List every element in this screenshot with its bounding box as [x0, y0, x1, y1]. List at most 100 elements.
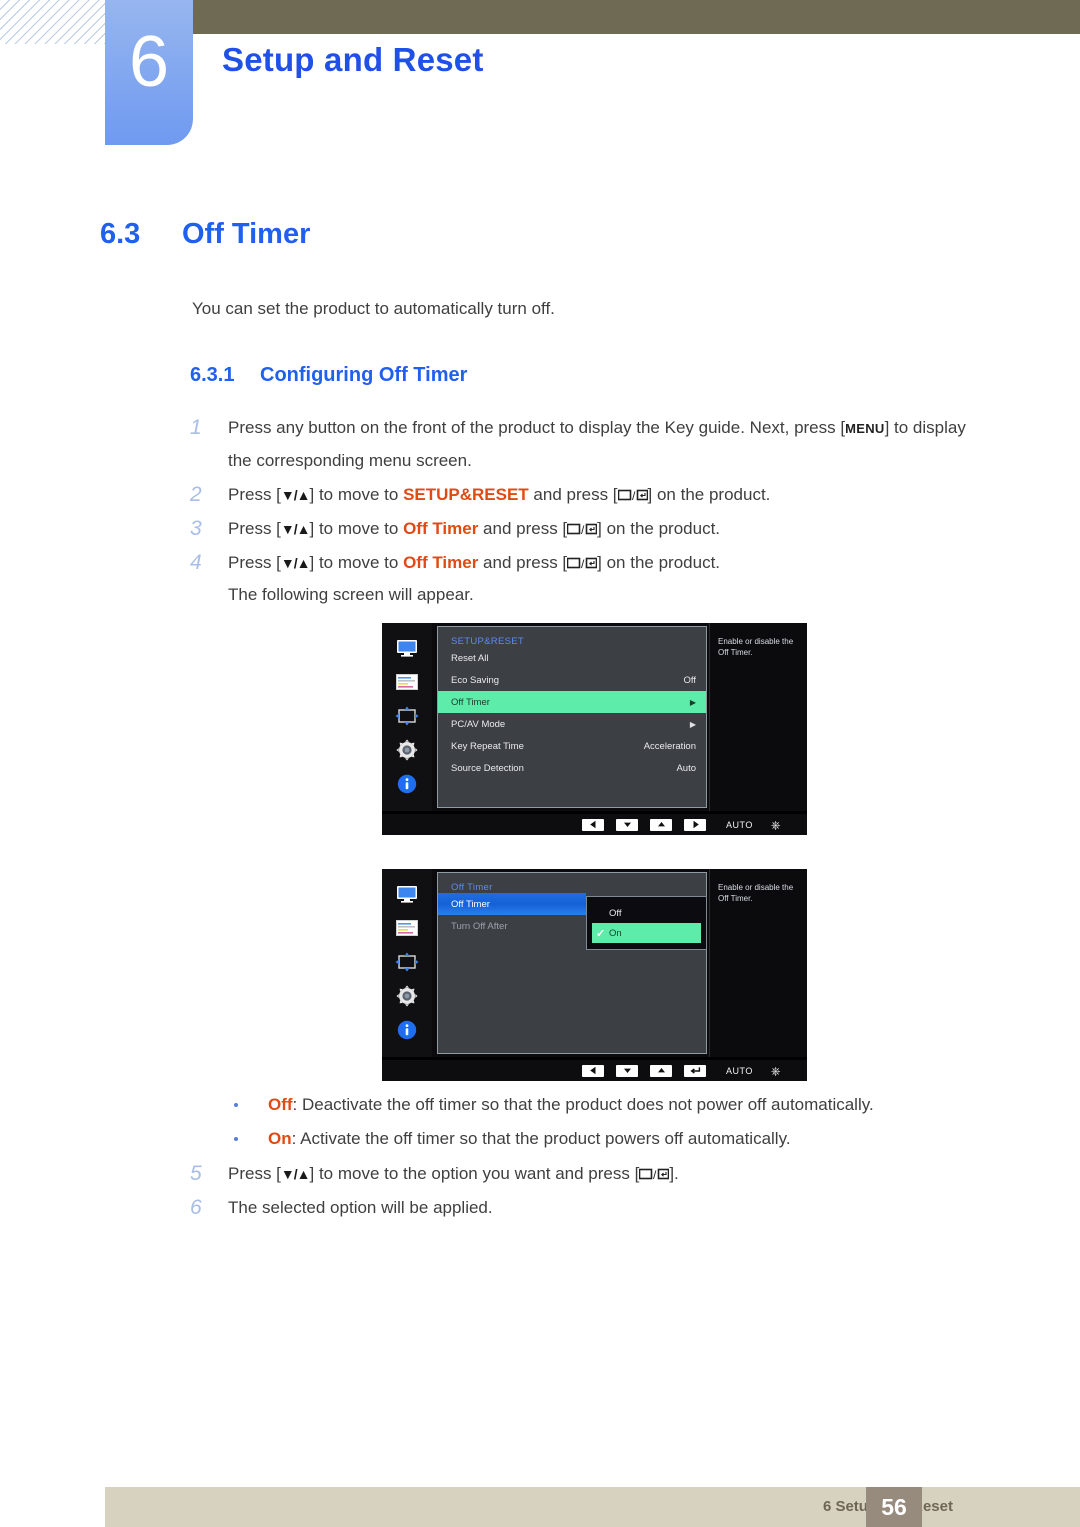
- osd-screenshot-setup-reset: SETUP&RESET Reset All Eco Saving Off Off…: [382, 623, 807, 835]
- gear-icon[interactable]: [392, 983, 422, 1009]
- step-text-line2: the corresponding menu screen.: [228, 451, 472, 470]
- section-title: 6.3 Off Timer: [100, 216, 310, 252]
- color-bars-icon[interactable]: [392, 669, 422, 695]
- bullet-item-on: On: Activate the off timer so that the p…: [232, 1122, 1022, 1156]
- step-item: 2 Press [▼/▲] to move to SETUP&RESET and…: [190, 479, 1020, 511]
- osd-menu-title: Off Timer: [451, 882, 493, 893]
- subsection-number: 6.3.1: [190, 364, 235, 386]
- step-item: 4 Press [▼/▲] to move to Off Timer and p…: [190, 547, 1020, 611]
- updown-arrow-icon: ▼/▲: [280, 1166, 311, 1182]
- monitor-icon[interactable]: [392, 635, 422, 661]
- power-icon[interactable]: ⎈: [771, 819, 781, 831]
- header-bar: [193, 0, 1080, 34]
- svg-text:/: /: [653, 1168, 657, 1181]
- step-text-tail: ] on the product.: [597, 553, 721, 572]
- osd-help-text: Enable or disable the Off Timer.: [709, 623, 807, 811]
- step-target-term: SETUP&RESET: [403, 485, 529, 504]
- osd-menu-item-value: Acceleration: [643, 740, 696, 752]
- info-icon[interactable]: [392, 1017, 422, 1043]
- osd-bottom-bar: AUTO ⎈: [382, 814, 807, 835]
- gear-icon[interactable]: [392, 737, 422, 763]
- osd-menu-item-reset-all[interactable]: Reset All: [438, 647, 706, 669]
- step-text-mid: ] to move to: [309, 519, 404, 538]
- step-text-pre: Press [: [228, 553, 281, 572]
- bullet-term: Off: [268, 1095, 293, 1114]
- osd-dropdown-option-off[interactable]: Off: [587, 903, 706, 923]
- chevron-right-icon: ▶: [689, 697, 696, 707]
- step-text-mid: ] to move to: [309, 485, 404, 504]
- osd-right-button[interactable]: [684, 818, 706, 831]
- step-index: 6: [190, 1196, 202, 1219]
- osd-sidebar: [382, 869, 432, 1057]
- chapter-number: 6: [128, 22, 170, 102]
- osd-auto-label[interactable]: AUTO: [726, 820, 753, 830]
- source-key-icon: /: [567, 523, 598, 536]
- osd-auto-label[interactable]: AUTO: [726, 1066, 753, 1076]
- step-item: 3 Press [▼/▲] to move to Off Timer and p…: [190, 513, 1020, 545]
- step-text-line2: The following screen will appear.: [228, 585, 474, 604]
- osd-menu-item-off-timer[interactable]: Off Timer: [438, 893, 586, 915]
- osd-up-button[interactable]: [650, 818, 672, 831]
- osd-body: Off Timer Off Timer Turn Off After Off ✓…: [382, 869, 807, 1057]
- step-text-tail: ] on the product.: [647, 485, 771, 504]
- page-header: 6 Setup and Reset: [0, 0, 1080, 150]
- updown-arrow-icon: ▼/▲: [280, 487, 311, 503]
- osd-menu-item-off-timer[interactable]: Off Timer ▶: [438, 691, 706, 713]
- osd-bottom-bar: AUTO ⎈: [382, 1060, 807, 1081]
- menu-key-label: MENU: [845, 421, 885, 436]
- step-text-pre: Press [: [228, 519, 281, 538]
- osd-down-button[interactable]: [616, 1064, 638, 1077]
- osd-menu-item-label: Eco Saving: [451, 674, 500, 686]
- step-text-tail: ].: [669, 1164, 679, 1183]
- step-index: 3: [190, 517, 202, 540]
- step-target-term: Off Timer: [403, 553, 479, 572]
- step-item: 5 Press [▼/▲] to move to the option you …: [190, 1158, 1020, 1190]
- step-index: 2: [190, 483, 202, 506]
- color-bars-icon[interactable]: [392, 915, 422, 941]
- power-icon[interactable]: ⎈: [771, 1065, 781, 1077]
- step-text-post: and press [: [478, 553, 568, 572]
- osd-enter-button[interactable]: [684, 1064, 706, 1077]
- position-arrows-icon[interactable]: [392, 949, 422, 975]
- checkmark-icon: ✓: [596, 928, 606, 940]
- osd-left-button[interactable]: [582, 1064, 604, 1077]
- osd-menu-item-eco-saving[interactable]: Eco Saving Off: [438, 669, 706, 691]
- step-text-pre: Press [: [228, 485, 281, 504]
- osd-menu-panel: Off Timer Off Timer Turn Off After Off ✓…: [437, 872, 707, 1054]
- step-text-pre: Press [: [228, 1164, 281, 1183]
- chevron-right-icon: ▶: [689, 719, 696, 729]
- osd-menu-panel: SETUP&RESET Reset All Eco Saving Off Off…: [437, 626, 707, 808]
- osd-dropdown-option-on[interactable]: ✓ On: [592, 923, 701, 943]
- position-arrows-icon[interactable]: [392, 703, 422, 729]
- step-list: 1 Press any button on the front of the p…: [190, 412, 1020, 613]
- source-key-icon: /: [617, 489, 648, 502]
- osd-up-button[interactable]: [650, 1064, 672, 1077]
- osd-menu-item-value: Off: [683, 674, 697, 686]
- osd-menu-item-label: Turn Off After: [451, 920, 508, 932]
- osd-down-button[interactable]: [616, 818, 638, 831]
- chapter-title: Setup and Reset: [222, 41, 484, 78]
- step-text-post: and press [: [528, 485, 618, 504]
- updown-arrow-icon: ▼/▲: [280, 521, 311, 537]
- osd-menu-item-label: Off Timer: [451, 696, 490, 708]
- osd-menu-item-pc-av-mode[interactable]: PC/AV Mode ▶: [438, 713, 706, 735]
- osd-body: SETUP&RESET Reset All Eco Saving Off Off…: [382, 623, 807, 811]
- step-item: 6 The selected option will be applied.: [190, 1192, 1020, 1224]
- osd-left-button[interactable]: [582, 818, 604, 831]
- section-intro: You can set the product to automatically…: [192, 299, 555, 318]
- bullet-text: : Activate the off timer so that the pro…: [291, 1129, 791, 1148]
- osd-menu-item-label: Source Detection: [451, 762, 524, 774]
- info-icon[interactable]: [392, 771, 422, 797]
- osd-screenshot-off-timer: Off Timer Off Timer Turn Off After Off ✓…: [382, 869, 807, 1081]
- step-list-continued: 5 Press [▼/▲] to move to the option you …: [190, 1158, 1020, 1226]
- osd-menu-item-source-detection[interactable]: Source Detection Auto: [438, 757, 706, 779]
- source-key-icon: /: [567, 557, 598, 570]
- step-index: 4: [190, 551, 202, 574]
- osd-sidebar: [382, 623, 432, 811]
- osd-dropdown-off-timer: Off ✓ On: [586, 896, 707, 950]
- osd-menu-item-label: Off Timer: [451, 898, 490, 910]
- step-text-mid: ] to move to the option you want and pre…: [309, 1164, 640, 1183]
- osd-menu-item-key-repeat-time[interactable]: Key Repeat Time Acceleration: [438, 735, 706, 757]
- bullet-text: : Deactivate the off timer so that the p…: [292, 1095, 874, 1114]
- monitor-icon[interactable]: [392, 881, 422, 907]
